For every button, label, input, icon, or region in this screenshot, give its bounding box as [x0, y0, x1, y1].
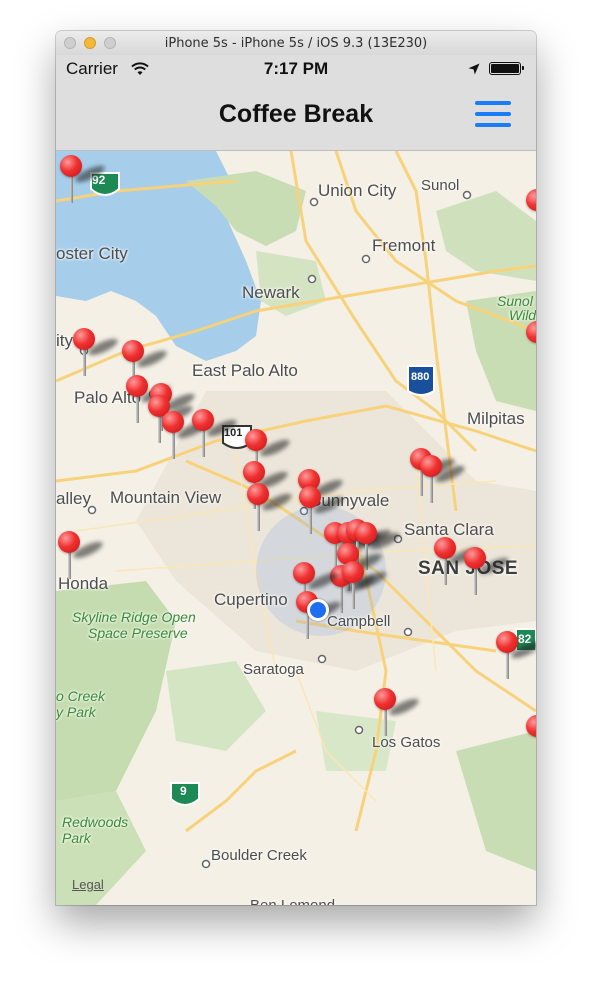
simulator-window: iPhone 5s - iPhone 5s / iOS 9.3 (13E230)… [56, 31, 536, 905]
coffee-shop-pin[interactable] [162, 411, 209, 471]
place-label: Boulder Creek [211, 847, 307, 864]
coffee-shop-pin[interactable] [299, 486, 346, 546]
user-location-dot [307, 599, 329, 621]
page-title: Coffee Break [218, 100, 374, 128]
place-label: Ben Lomond [250, 897, 335, 905]
park-label: y Park [56, 704, 96, 720]
place-label: Cupertino [214, 590, 288, 609]
place-label: Saratoga [243, 661, 304, 678]
hamburger-menu-icon[interactable] [473, 99, 513, 131]
place-label: Milpitas [467, 409, 525, 428]
coffee-shop-pin[interactable] [420, 455, 467, 515]
coffee-shop-pin[interactable] [192, 409, 239, 469]
status-time: 7:17 PM [263, 59, 329, 78]
park-label: Space Preserve [88, 625, 188, 641]
park-label: Park [62, 830, 91, 846]
battery-icon [489, 62, 524, 75]
navigation-bar: Coffee Break [56, 81, 536, 151]
coffee-shop-pin[interactable] [526, 189, 536, 249]
coffee-shop-pin[interactable] [126, 375, 173, 435]
coffee-shop-pin[interactable] [434, 537, 481, 597]
place-label: ity [56, 331, 73, 350]
window-title: iPhone 5s - iPhone 5s / iOS 9.3 (13E230) [164, 36, 428, 51]
place-label: oster City [56, 244, 128, 263]
place-label: Newark [242, 283, 300, 302]
window-titlebar: iPhone 5s - iPhone 5s / iOS 9.3 (13E230) [56, 31, 536, 56]
coffee-shop-pin[interactable] [374, 688, 421, 748]
coffee-shop-pin[interactable] [60, 155, 107, 215]
coffee-shop-pin[interactable] [496, 631, 536, 691]
place-label: Sunol [421, 177, 460, 194]
map-view[interactable]: Union City Sunol Fremont oster City Newa… [56, 151, 536, 905]
coffee-shop-pin[interactable] [342, 561, 389, 621]
highway-880-label: 880 [411, 371, 430, 383]
place-label: alley [56, 489, 91, 508]
park-label: o Creek [56, 688, 106, 704]
highway-9-label: 9 [180, 784, 187, 798]
park-label: Redwoods [62, 814, 129, 830]
place-label: Mountain View [110, 488, 222, 507]
coffee-shop-pin[interactable] [526, 321, 536, 381]
coffee-shop-pin[interactable] [526, 715, 536, 775]
place-label: Fremont [372, 236, 436, 255]
legal-link[interactable]: Legal [72, 877, 104, 892]
park-label: Skyline Ridge Open [72, 609, 196, 625]
place-label: East Palo Alto [192, 361, 298, 380]
location-arrow-icon [468, 63, 480, 75]
coffee-shop-pin[interactable] [73, 328, 120, 388]
coffee-shop-pin[interactable] [58, 531, 105, 591]
coffee-shop-pin[interactable] [247, 483, 294, 543]
coffee-shop-pin[interactable] [464, 547, 511, 607]
status-bar: Carrier 7:17 PM [56, 55, 536, 81]
place-label: Union City [318, 181, 397, 200]
